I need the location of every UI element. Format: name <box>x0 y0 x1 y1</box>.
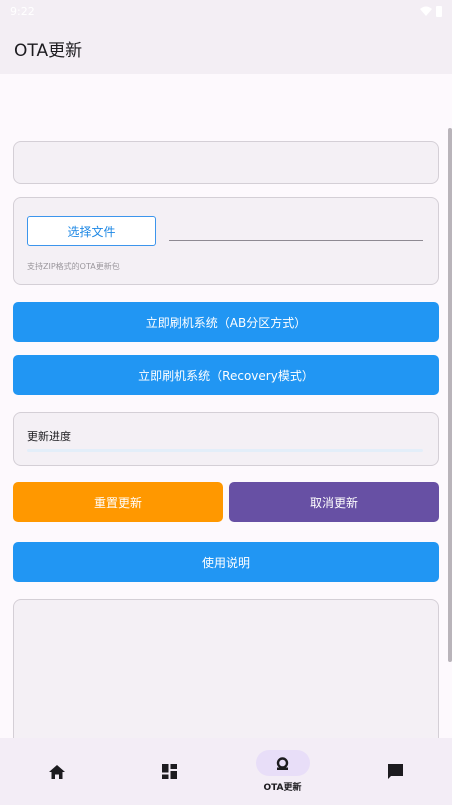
app-bar: OTA更新 <box>0 22 452 74</box>
battery-icon <box>436 5 442 17</box>
flash-recovery-button[interactable]: 立即刷机系统（Recovery模式） <box>13 355 439 395</box>
file-format-hint: 支持ZIP格式的OTA更新包 <box>27 262 120 271</box>
instructions-button[interactable]: 使用说明 <box>13 542 439 582</box>
nav-item-messages[interactable] <box>339 738 452 805</box>
nav-item-ota-update[interactable]: OTA更新 <box>226 738 339 805</box>
nav-label-ota-update: OTA更新 <box>263 783 302 793</box>
bottom-navigation: OTA更新 <box>0 738 452 805</box>
info-card <box>13 141 439 184</box>
status-icons <box>420 5 442 17</box>
status-bar: 9:22 <box>0 0 452 22</box>
scrollbar[interactable] <box>448 128 452 662</box>
file-picker-card: 选择文件 支持ZIP格式的OTA更新包 <box>13 197 439 285</box>
nav-item-home[interactable] <box>0 738 113 805</box>
cancel-update-button[interactable]: 取消更新 <box>229 482 439 522</box>
nav-item-dashboard[interactable] <box>113 738 226 805</box>
reset-update-button[interactable]: 重置更新 <box>13 482 223 522</box>
file-path-field[interactable] <box>169 240 423 241</box>
status-time: 9:22 <box>10 4 35 18</box>
flash-ab-button[interactable]: 立即刷机系统（AB分区方式） <box>13 302 439 342</box>
page-title: OTA更新 <box>14 40 83 61</box>
progress-label: 更新进度 <box>27 430 71 443</box>
home-icon <box>48 764 65 779</box>
select-file-button[interactable]: 选择文件 <box>27 216 156 246</box>
ota-icon <box>276 756 289 770</box>
wifi-icon <box>420 6 432 16</box>
log-output-card <box>13 599 439 749</box>
message-icon <box>388 764 403 779</box>
dashboard-icon <box>162 764 177 779</box>
progress-bar <box>27 449 423 452</box>
progress-card: 更新进度 <box>13 412 439 466</box>
